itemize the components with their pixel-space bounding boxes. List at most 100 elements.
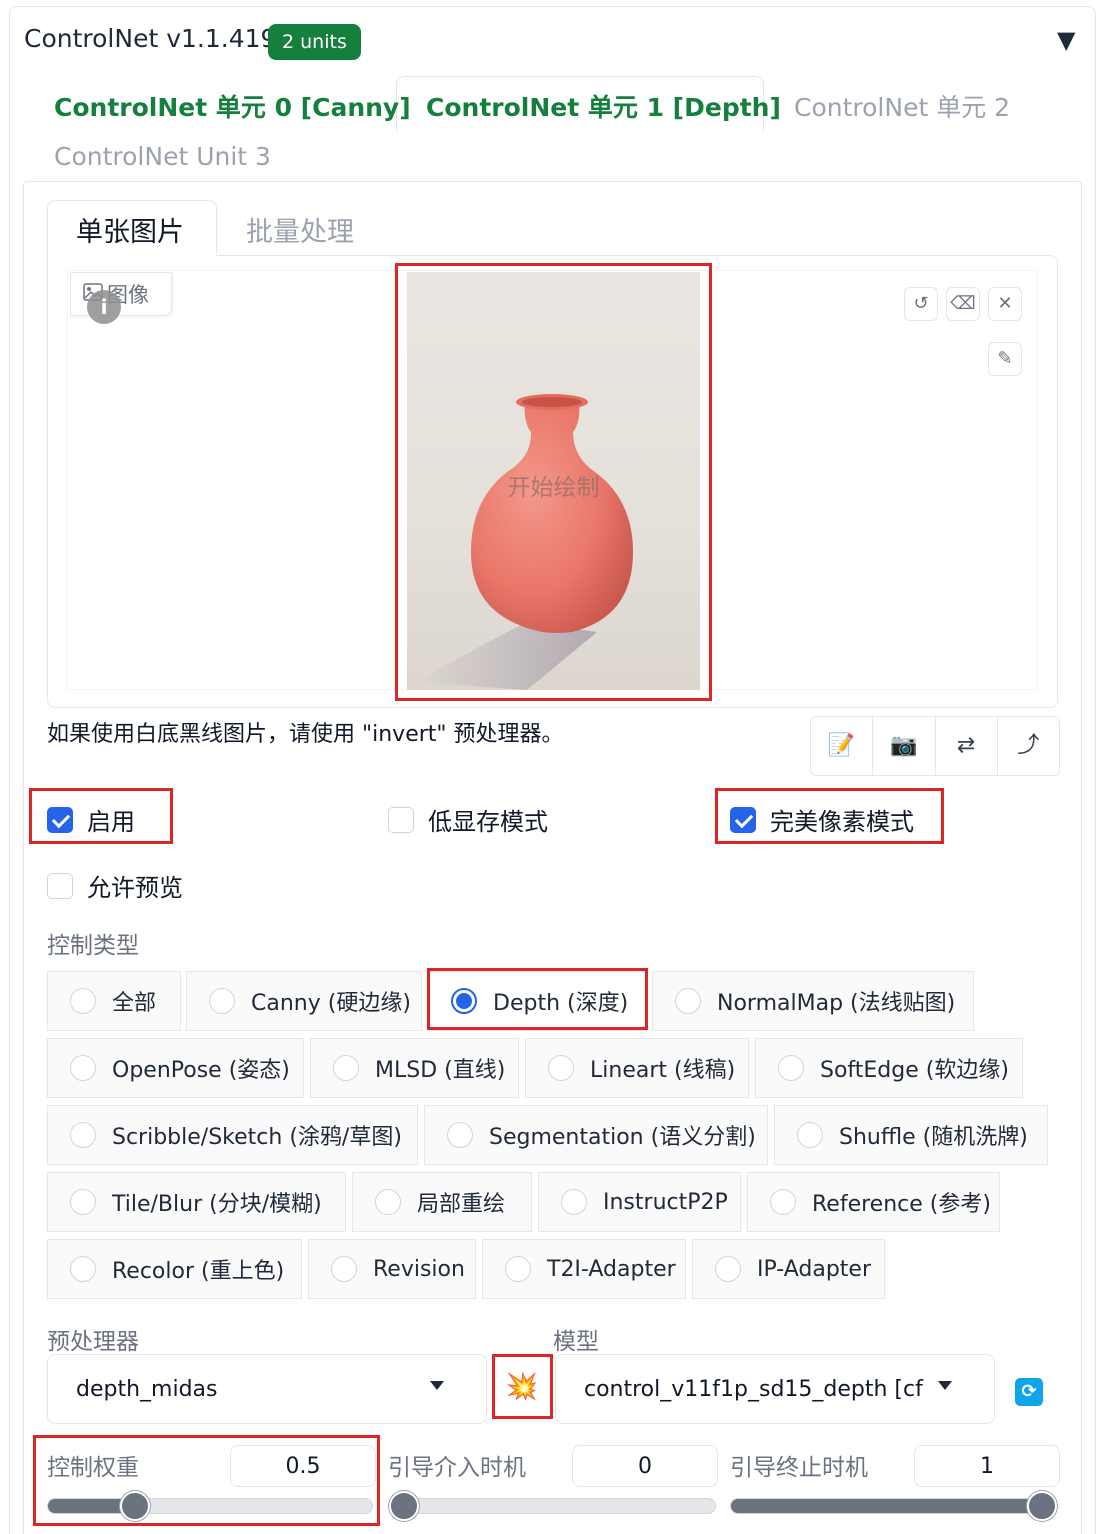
- guidance-start-slider[interactable]: [388, 1491, 716, 1521]
- radio-icon[interactable]: [70, 988, 96, 1014]
- guidance-end-input[interactable]: 1: [914, 1445, 1060, 1487]
- option-label: T2I-Adapter: [547, 1256, 676, 1282]
- radio-icon[interactable]: [505, 1256, 531, 1282]
- units-badge: 2 units: [268, 24, 361, 60]
- control-type-option[interactable]: Reference (参考): [747, 1172, 1000, 1232]
- tab-unit-0[interactable]: ControlNet 单元 0 [Canny]: [54, 88, 411, 124]
- option-label: Revision: [373, 1256, 465, 1282]
- control-weight-highlight-box: [33, 1435, 380, 1526]
- model-select[interactable]: control_v11f1p_sd15_depth [cfd0: [555, 1354, 995, 1424]
- chevron-down-icon: [430, 1381, 444, 1390]
- control-type-option[interactable]: NormalMap (法线贴图): [652, 971, 974, 1031]
- control-type-option[interactable]: Tile/Blur (分块/模糊): [47, 1172, 346, 1232]
- guidance-end-label: 引导终止时机: [730, 1455, 868, 1481]
- pixel-perfect-highlight-box: [715, 788, 944, 844]
- allow-preview-label: 允许预览: [87, 874, 183, 902]
- radio-icon[interactable]: [333, 1055, 359, 1081]
- option-label: OpenPose (姿态): [112, 1058, 290, 1083]
- swap-icon[interactable]: ⇄: [936, 717, 998, 775]
- control-type-option[interactable]: Recolor (重上色): [47, 1239, 302, 1299]
- low-vram-label: 低显存模式: [428, 808, 548, 836]
- option-label: Reference (参考): [812, 1192, 991, 1217]
- guidance-start-label: 引导介入时机: [388, 1455, 526, 1481]
- radio-icon[interactable]: [561, 1189, 587, 1215]
- eraser-icon[interactable]: ⌫: [946, 287, 980, 321]
- control-type-option[interactable]: Shuffle (随机洗牌): [774, 1105, 1048, 1165]
- slider-thumb[interactable]: [1027, 1491, 1057, 1521]
- option-label: InstructP2P: [603, 1189, 728, 1215]
- image-highlight-box: [395, 263, 712, 701]
- option-label: Recolor (重上色): [112, 1259, 285, 1284]
- radio-icon[interactable]: [209, 988, 235, 1014]
- radio-icon[interactable]: [797, 1122, 823, 1148]
- allow-preview-check-mark[interactable]: [47, 872, 73, 899]
- depth-highlight-box: [427, 968, 648, 1030]
- brush-icon[interactable]: ✎: [988, 342, 1022, 376]
- control-type-option[interactable]: Revision: [308, 1239, 476, 1299]
- option-label: MLSD (直线): [375, 1058, 506, 1083]
- control-type-option[interactable]: InstructP2P: [538, 1172, 741, 1232]
- option-label: IP-Adapter: [757, 1256, 872, 1282]
- radio-icon[interactable]: [548, 1055, 574, 1081]
- tab-unit-1[interactable]: ControlNet 单元 1 [Depth]: [426, 88, 781, 124]
- send-dimensions-icon[interactable]: ⤴: [998, 717, 1059, 775]
- preprocessor-run-highlight-box: [492, 1354, 553, 1419]
- guidance-end-slider[interactable]: [730, 1491, 1058, 1521]
- image-label: 图像: [70, 272, 172, 316]
- control-type-option[interactable]: Canny (硬边缘): [186, 971, 422, 1031]
- low-vram-checkbox[interactable]: 低显存模式: [388, 802, 548, 837]
- control-type-option[interactable]: Scribble/Sketch (涂鸦/草图): [47, 1105, 418, 1165]
- option-label: SoftEdge (软边缘): [820, 1058, 1009, 1083]
- slider-thumb[interactable]: [389, 1491, 419, 1521]
- radio-icon[interactable]: [675, 988, 701, 1014]
- model-label: 模型: [553, 1329, 599, 1355]
- chevron-down-icon: [938, 1381, 952, 1390]
- radio-icon[interactable]: [70, 1256, 96, 1282]
- control-type-label: 控制类型: [47, 933, 139, 959]
- preprocessor-label: 预处理器: [47, 1329, 139, 1355]
- radio-icon[interactable]: [778, 1055, 804, 1081]
- tab-unit-2[interactable]: ControlNet 单元 2: [794, 88, 1010, 124]
- radio-icon[interactable]: [770, 1189, 796, 1215]
- preprocessor-select[interactable]: depth_midas: [47, 1354, 487, 1424]
- option-label: Lineart (线稿): [590, 1058, 736, 1083]
- control-type-option[interactable]: Segmentation (语义分割): [424, 1105, 768, 1165]
- control-type-option[interactable]: SoftEdge (软边缘): [755, 1038, 1023, 1098]
- radio-icon[interactable]: [375, 1189, 401, 1215]
- control-type-option[interactable]: Lineart (线稿): [525, 1038, 749, 1098]
- tab-unit-3[interactable]: ControlNet Unit 3: [54, 142, 271, 171]
- control-type-option[interactable]: T2I-Adapter: [482, 1239, 686, 1299]
- close-icon[interactable]: ✕: [988, 287, 1022, 321]
- new-canvas-icon[interactable]: 📝: [811, 717, 874, 775]
- low-vram-check-mark[interactable]: [388, 806, 414, 833]
- radio-icon[interactable]: [70, 1122, 96, 1148]
- option-label: 全部: [112, 991, 157, 1016]
- guidance-start-input[interactable]: 0: [572, 1445, 718, 1487]
- tab-single-image[interactable]: 单张图片: [76, 210, 184, 249]
- option-label: Scribble/Sketch (涂鸦/草图): [112, 1125, 402, 1150]
- allow-preview-checkbox[interactable]: 允许预览: [47, 868, 183, 903]
- control-type-option[interactable]: OpenPose (姿态): [47, 1038, 304, 1098]
- collapse-triangle-icon[interactable]: ▼: [1057, 26, 1075, 54]
- control-type-option[interactable]: 全部: [47, 971, 181, 1031]
- tab-batch[interactable]: 批量处理: [246, 210, 354, 249]
- control-type-option[interactable]: IP-Adapter: [692, 1239, 885, 1299]
- model-value: control_v11f1p_sd15_depth [cfd0: [584, 1376, 924, 1402]
- camera-icon[interactable]: 📷: [873, 717, 936, 775]
- option-label: Tile/Blur (分块/模糊): [112, 1192, 322, 1217]
- option-label: Shuffle (随机洗牌): [839, 1125, 1028, 1150]
- option-label: Canny (硬边缘): [251, 991, 411, 1016]
- option-label: NormalMap (法线贴图): [717, 991, 956, 1016]
- radio-icon[interactable]: [715, 1256, 741, 1282]
- radio-icon[interactable]: [447, 1122, 473, 1148]
- radio-icon[interactable]: [70, 1055, 96, 1081]
- slider-fill: [731, 1499, 1057, 1513]
- refresh-models-icon[interactable]: ⟳: [1015, 1378, 1043, 1406]
- undo-icon[interactable]: ↺: [904, 287, 938, 321]
- control-type-option[interactable]: MLSD (直线): [310, 1038, 519, 1098]
- control-type-option[interactable]: 局部重绘: [352, 1172, 532, 1232]
- info-icon[interactable]: i: [87, 290, 121, 324]
- radio-icon[interactable]: [70, 1189, 96, 1215]
- enable-highlight-box: [29, 788, 173, 844]
- radio-icon[interactable]: [331, 1256, 357, 1282]
